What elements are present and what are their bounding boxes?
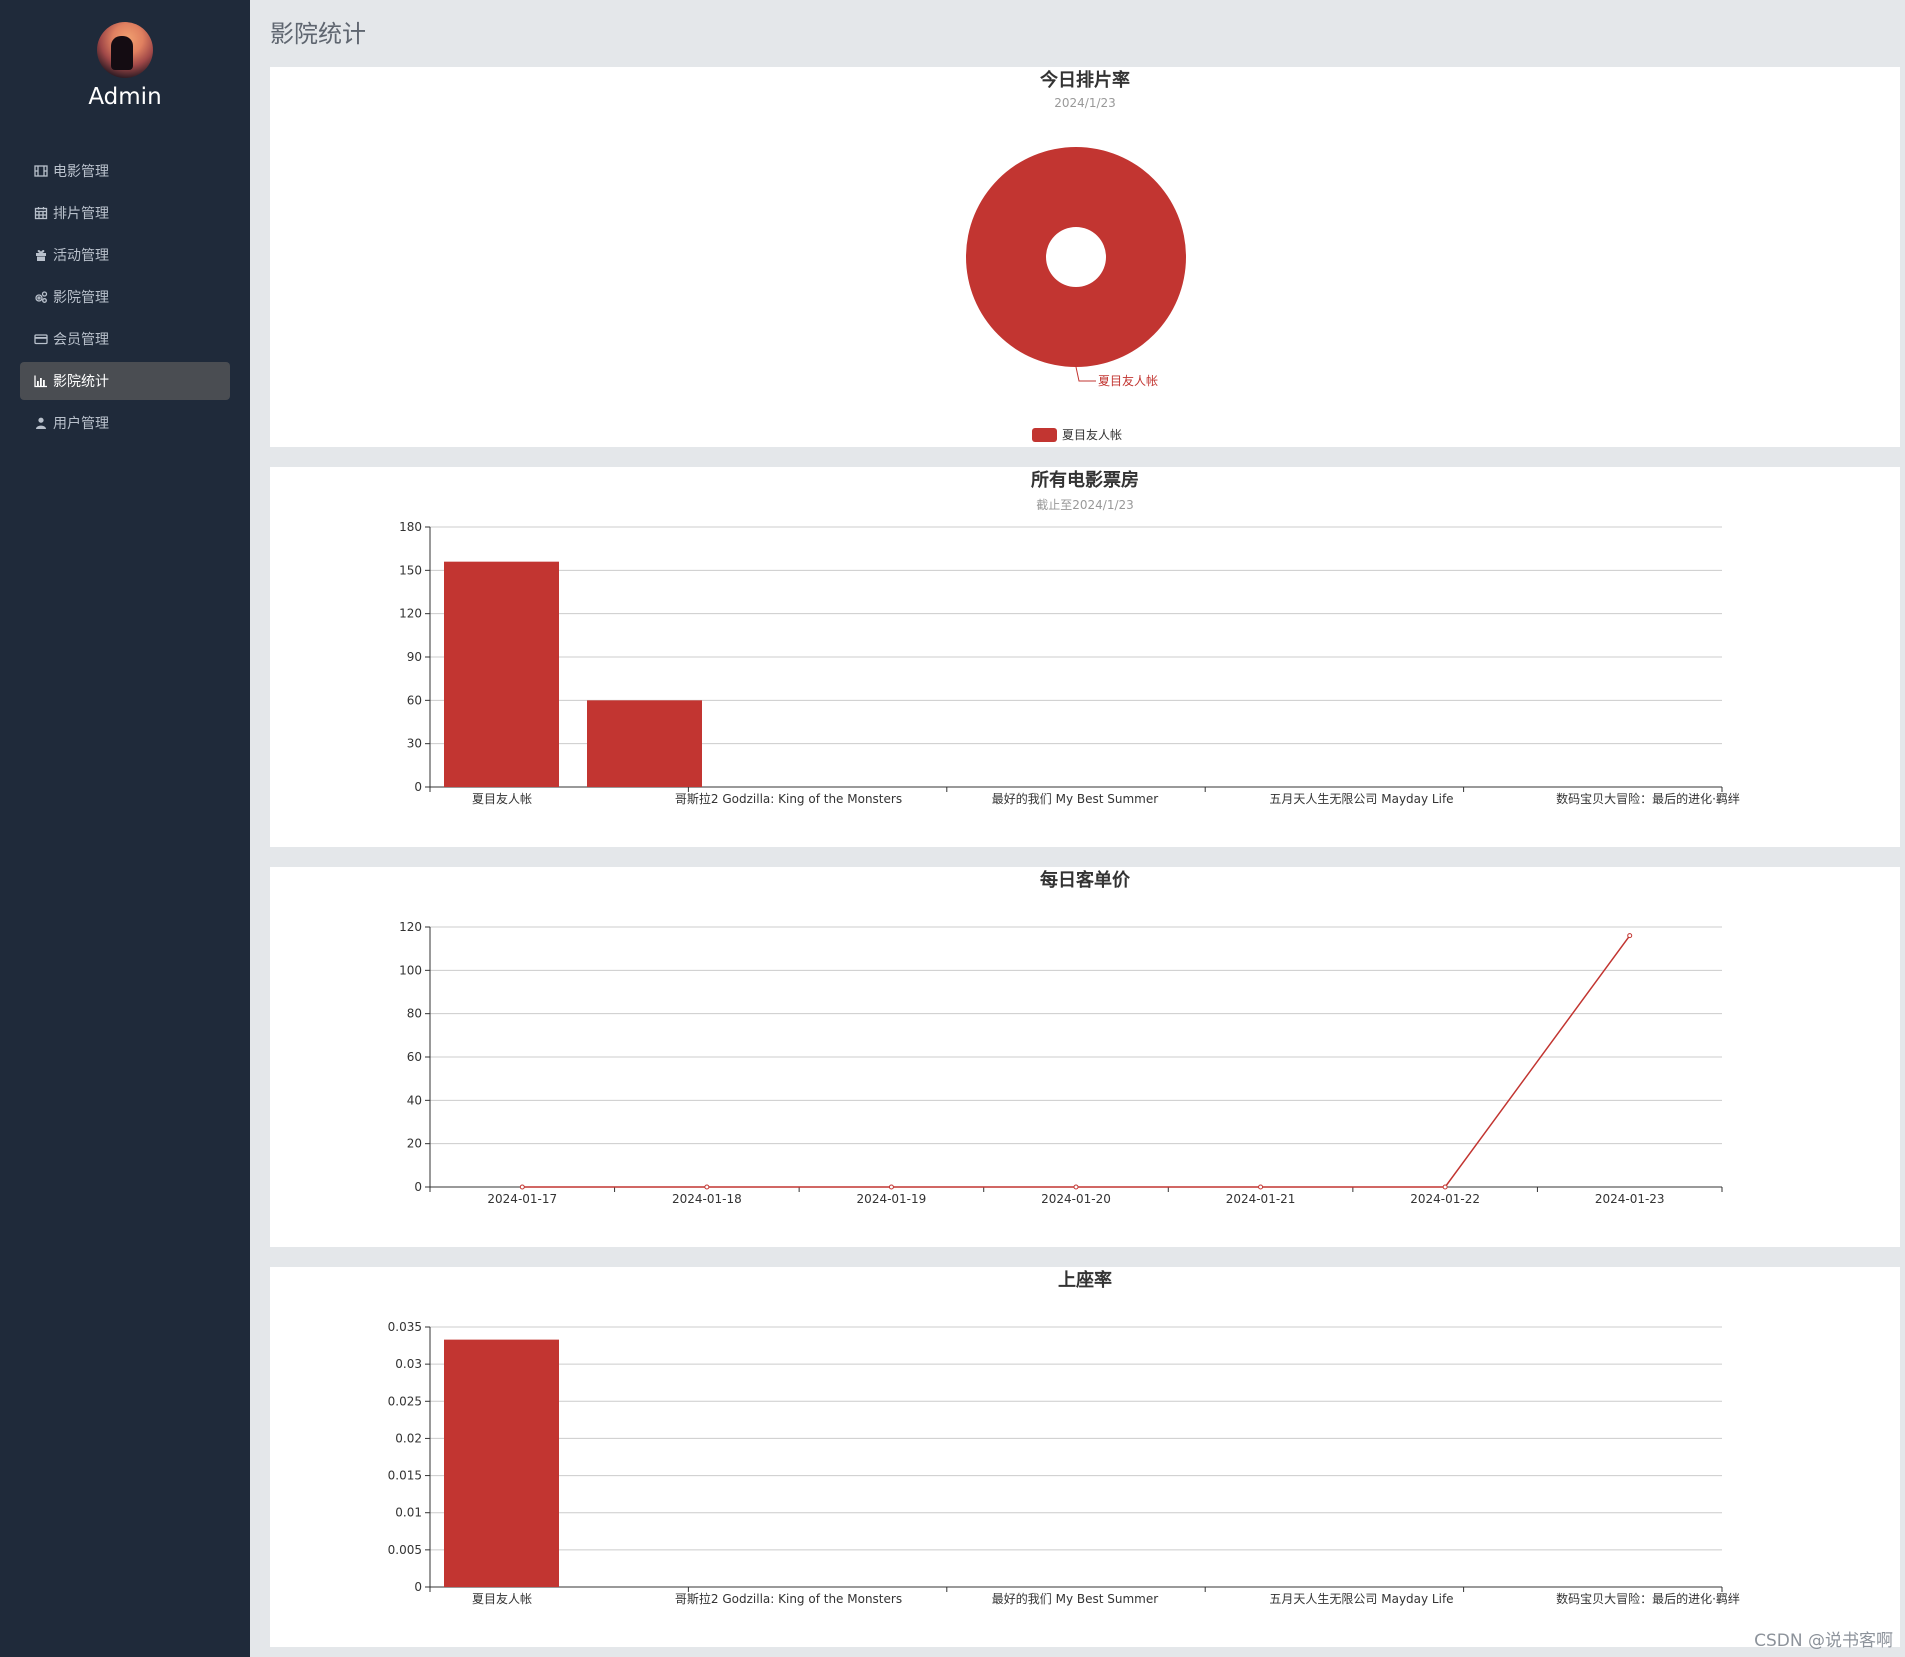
pie-label-line <box>1075 366 1096 382</box>
x-tick-label: 最好的我们 My Best Summer <box>992 791 1158 806</box>
y-tick-label: 90 <box>407 650 422 664</box>
legend-label: 夏目友人帐 <box>1062 427 1122 442</box>
legend-swatch <box>1032 428 1057 442</box>
sidebar-item-members[interactable]: 会员管理 <box>20 320 230 358</box>
sidebar-item-label: 影院统计 <box>53 374 109 390</box>
y-tick-label: 0.015 <box>388 1469 422 1483</box>
y-tick-label: 60 <box>407 693 422 707</box>
y-tick-label: 0 <box>414 1580 422 1594</box>
x-tick-label: 数码宝贝大冒险：最后的进化·羁绊 <box>1556 1591 1740 1606</box>
bar <box>587 700 702 787</box>
admin-name: Admin <box>88 84 162 110</box>
data-point <box>1442 1184 1448 1190</box>
sidebar-item-activities[interactable]: 活动管理 <box>20 236 230 274</box>
y-tick-label: 0.03 <box>395 1357 422 1371</box>
pie-slice <box>966 147 1186 367</box>
profile: Admin <box>0 0 250 110</box>
x-tick-label: 夏目友人帐 <box>472 1591 532 1606</box>
chart-card-daily-price: 每日客单价 0 20 40 60 80 100 120 2024-01-17 2024-01-1… <box>270 867 1900 1247</box>
series-line <box>522 935 1631 1188</box>
y-tick-label: 20 <box>407 1137 422 1151</box>
x-tick-label: 五月天人生无限公司 Mayday Life <box>1269 1592 1453 1606</box>
sidebar-item-cinemas[interactable]: 影院管理 <box>20 278 230 316</box>
credit-card-icon <box>34 334 48 345</box>
bar <box>444 561 559 787</box>
x-tick-label: 2024-01-20 <box>1041 1192 1111 1206</box>
avatar[interactable] <box>97 22 153 78</box>
sidebar-item-schedule[interactable]: 排片管理 <box>20 194 230 232</box>
y-tick-label: 120 <box>399 607 422 621</box>
x-tick-label: 2024-01-22 <box>1410 1192 1480 1206</box>
sidebar-item-movies[interactable]: 电影管理 <box>20 152 230 190</box>
x-tick-label: 五月天人生无限公司 Mayday Life <box>1269 792 1453 806</box>
chart-card-occupancy: 上座率 0 0.005 0.01 0.015 0.02 0.025 0.03 0.035 夏目友… <box>270 1267 1900 1647</box>
y-tick-label: 0.01 <box>395 1506 422 1520</box>
page-title: 影院统计 <box>270 20 366 48</box>
data-point <box>1258 1184 1264 1190</box>
gift-icon <box>36 250 46 261</box>
y-tick-label: 0.035 <box>388 1320 422 1334</box>
sidebar-item-label: 会员管理 <box>53 332 109 348</box>
watermark: CSDN @说书客啊 <box>1754 1631 1893 1651</box>
y-tick-label: 60 <box>407 1050 422 1064</box>
y-tick-label: 30 <box>407 737 422 751</box>
x-tick-label: 哥斯拉2 Godzilla: King of the Monsters <box>675 1591 902 1606</box>
y-tick-label: 0.02 <box>395 1431 422 1445</box>
x-tick-label: 哥斯拉2 Godzilla: King of the Monsters <box>675 791 902 806</box>
sidebar-item-label: 用户管理 <box>53 416 109 432</box>
y-tick-label: 80 <box>407 1007 422 1021</box>
y-tick-label: 0 <box>414 1180 422 1194</box>
data-point <box>1073 1184 1079 1190</box>
x-tick-label: 最好的我们 My Best Summer <box>992 1591 1158 1606</box>
y-tick-label: 100 <box>399 963 422 977</box>
y-tick-label: 40 <box>407 1093 422 1107</box>
y-tick-label: 120 <box>399 920 422 934</box>
film-icon <box>34 165 48 177</box>
sidebar-item-label: 排片管理 <box>53 206 109 222</box>
y-tick-label: 180 <box>399 520 422 534</box>
data-point <box>1627 933 1633 939</box>
x-tick-label: 2024-01-18 <box>672 1192 742 1206</box>
bar-chart: 0 0.005 0.01 0.015 0.02 0.025 0.03 0.035 夏目友人帐 哥斯… <box>388 1320 1740 1606</box>
data-point <box>704 1184 710 1190</box>
chart-card-schedule-rate: 今日排片率 2024/1/23 夏目友人帐 夏目友人帐 <box>270 67 1900 447</box>
pie-chart: 夏目友人帐夏目友人帐 <box>966 147 1186 442</box>
sidebar-item-users[interactable]: 用户管理 <box>20 404 230 442</box>
calendar-icon <box>34 207 48 220</box>
x-tick-label: 2024-01-23 <box>1595 1192 1665 1206</box>
x-tick-label: 2024-01-21 <box>1226 1192 1296 1206</box>
bar <box>444 1339 559 1587</box>
x-tick-label: 2024-01-17 <box>487 1192 557 1206</box>
bar-chart: 0 30 60 90 120 150 180 夏目友人帐 哥斯拉2 Godzilla: King… <box>399 520 1740 806</box>
y-tick-label: 0.005 <box>388 1543 422 1557</box>
sidebar: Admin 电影管理 排片管理 活动管理 影院管理 会员管理 影院统计 用户管理 <box>0 0 250 1657</box>
pie-label: 夏目友人帐 <box>1098 373 1158 388</box>
sidebar-item-label: 活动管理 <box>53 248 109 264</box>
line-chart: 0 20 40 60 80 100 120 2024-01-17 2024-01-18 2024-… <box>399 920 1723 1206</box>
sidebar-item-label: 影院管理 <box>53 290 109 306</box>
y-tick-label: 0.025 <box>388 1394 422 1408</box>
sidebar-menu: 电影管理 排片管理 活动管理 影院管理 会员管理 影院统计 用户管理 <box>0 152 250 442</box>
x-tick-label: 2024-01-19 <box>857 1192 927 1206</box>
y-tick-label: 150 <box>399 563 422 577</box>
y-tick-label: 0 <box>414 780 422 794</box>
user-icon <box>36 417 46 429</box>
x-tick-label: 夏目友人帐 <box>472 791 532 806</box>
chart-card-box-office: 所有电影票房 截止至2024/1/23 0 30 60 90 120 150 180 夏目友人… <box>270 467 1900 847</box>
sidebar-item-statistics[interactable]: 影院统计 <box>20 362 230 400</box>
cogs-icon <box>35 291 48 303</box>
data-point <box>888 1184 894 1190</box>
data-point <box>519 1184 525 1190</box>
bar-chart-icon <box>34 375 47 388</box>
sidebar-item-label: 电影管理 <box>53 164 109 180</box>
x-tick-label: 数码宝贝大冒险：最后的进化·羁绊 <box>1556 791 1740 806</box>
